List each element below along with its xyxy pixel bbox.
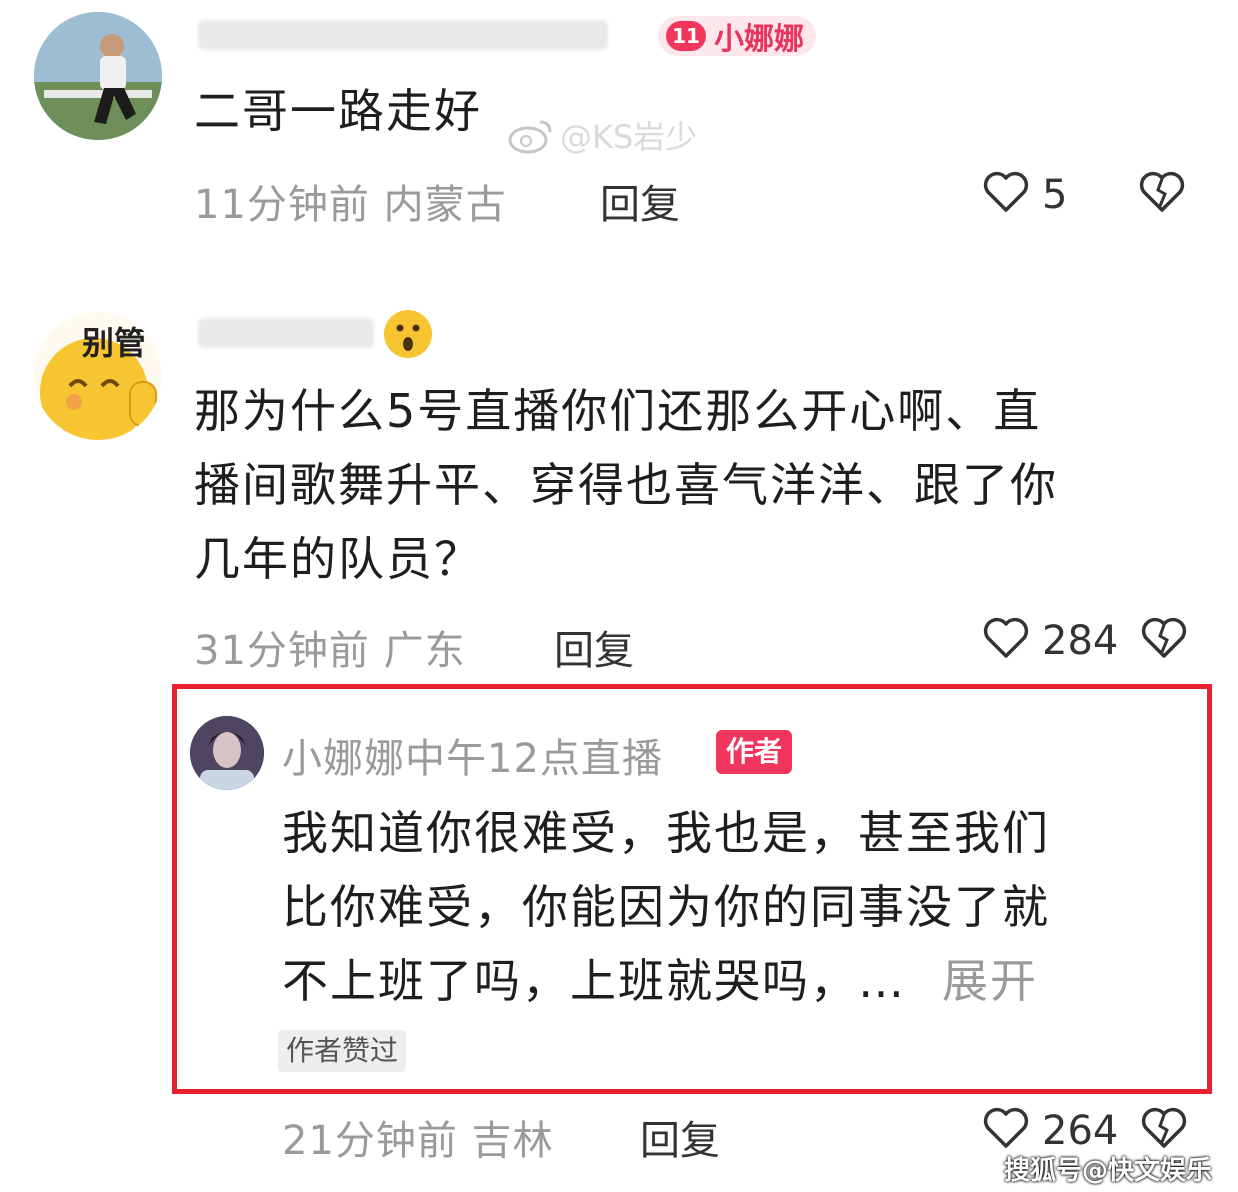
surprised-emoji-icon <box>382 308 434 364</box>
fan-level-heart-icon: 11 <box>666 21 706 51</box>
commenter-avatar-1[interactable] <box>34 12 162 140</box>
author-liked-tag: 作者赞过 <box>278 1030 407 1072</box>
author-photo-icon <box>190 716 264 790</box>
avatar-photo-icon <box>34 12 162 140</box>
author-badge: 作者 <box>716 730 793 774</box>
avatar-caption: 别管 <box>82 324 147 362</box>
blurred-username-1 <box>198 20 608 50</box>
sohu-watermark: 搜狐号@快文娱乐 <box>1003 1156 1212 1186</box>
like-count-1: 5 <box>1042 172 1068 218</box>
weibo-logo-icon <box>508 120 552 154</box>
commenter-avatar-2[interactable]: 别管 <box>34 312 162 440</box>
reply-text-line: 不上班了吗，上班就哭吗，… 展开 <box>282 944 1182 1018</box>
fan-level-tag[interactable]: 11 小娜娜 <box>658 16 816 57</box>
fan-tag-name: 小娜娜 <box>714 22 804 57</box>
comment-text-2-line: 几年的队员？ <box>194 532 482 586</box>
reply-text-line: 比你难受，你能因为你的同事没了就 <box>282 880 1050 934</box>
expand-link[interactable]: 展开 <box>942 954 1038 1008</box>
reply-text-truncated: 不上班了吗，上班就哭吗，… <box>282 954 906 1008</box>
dislike-broken-heart-icon-2[interactable] <box>1140 616 1188 660</box>
comment-text-1: 二哥一路走好 <box>194 84 482 138</box>
dislike-broken-heart-icon-3[interactable] <box>1140 1106 1188 1150</box>
comment-meta-2: 31分钟前 广东 <box>194 628 466 674</box>
comment-text-2-line: 播间歌舞升平、穿得也喜气洋洋、跟了你 <box>194 458 1058 512</box>
reply-button-2[interactable]: 回复 <box>554 618 634 676</box>
author-avatar[interactable] <box>190 716 264 790</box>
reply-button-1[interactable]: 回复 <box>600 172 680 230</box>
comment-text-2-line: 那为什么5号直播你们还那么开心啊、直 <box>194 384 1042 438</box>
blurred-username-2 <box>198 318 374 348</box>
like-heart-icon-1[interactable] <box>982 170 1030 214</box>
reply-text-line: 我知道你很难受，我也是，甚至我们 <box>282 806 1050 860</box>
like-count-2: 284 <box>1042 618 1119 664</box>
like-heart-icon-3[interactable] <box>982 1106 1030 1150</box>
like-count-3: 264 <box>1042 1108 1119 1154</box>
reply-meta: 21分钟前 吉林 <box>282 1118 554 1164</box>
like-heart-icon-2[interactable] <box>982 616 1030 660</box>
author-name[interactable]: 小娜娜中午12点直播 <box>282 726 663 784</box>
comment-text-2: 那为什么5号直播你们还那么开心啊、直 播间歌舞升平、穿得也喜气洋洋、跟了你 几年… <box>194 374 1204 596</box>
weibo-watermark: @KS岩少 <box>508 112 697 158</box>
dislike-broken-heart-icon-1[interactable] <box>1138 170 1186 214</box>
comment-meta-1: 11分钟前 内蒙古 <box>194 182 507 228</box>
reply-text: 我知道你很难受，我也是，甚至我们 比你难受，你能因为你的同事没了就 不上班了吗，… <box>282 796 1182 1018</box>
reply-button-3[interactable]: 回复 <box>640 1108 720 1166</box>
weibo-watermark-text: @KS岩少 <box>560 118 698 156</box>
